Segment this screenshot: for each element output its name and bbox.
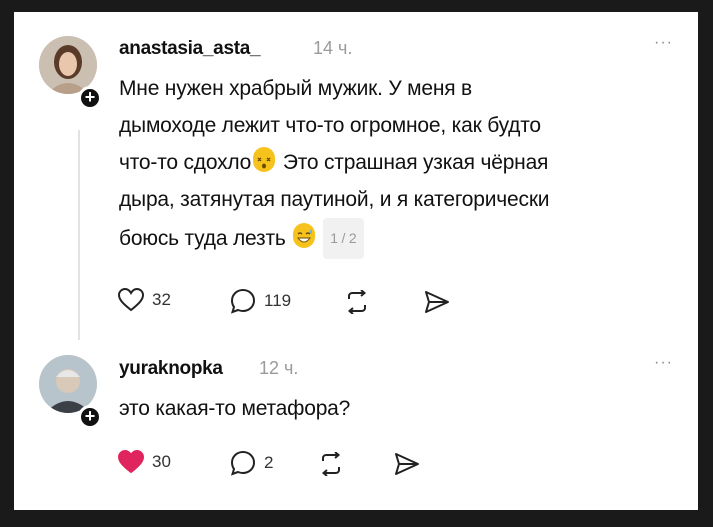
- page-indicator: 1 / 2: [323, 218, 364, 259]
- heart-icon: [118, 288, 144, 312]
- post-body: это какая-то метафора?: [119, 390, 679, 427]
- thread-connector-line: [78, 130, 80, 340]
- follow-plus-button[interactable]: +: [78, 405, 102, 429]
- post-username[interactable]: yuraknopka: [119, 358, 223, 380]
- follow-plus-button[interactable]: +: [78, 86, 102, 110]
- send-icon: [425, 291, 449, 313]
- reply-button[interactable]: 2: [230, 450, 273, 476]
- repost-icon: [347, 290, 367, 314]
- post-line: что-то сдохло Это страшная узкая чёрная: [119, 144, 679, 181]
- share-button[interactable]: [394, 452, 420, 476]
- repost-button[interactable]: [318, 452, 344, 476]
- thread-card: + anastasia_asta_ 14 ч. ··· Мне нужен хр…: [14, 12, 698, 510]
- post-line: дымоходе лежит что-то огромное, как будт…: [119, 114, 541, 137]
- post-username[interactable]: anastasia_asta_: [119, 38, 261, 60]
- post-timestamp: 12 ч.: [259, 358, 299, 378]
- like-count: 32: [152, 290, 171, 309]
- repost-button[interactable]: [344, 290, 370, 314]
- reply-button[interactable]: 119: [230, 288, 291, 314]
- like-button[interactable]: 30: [118, 450, 171, 474]
- send-icon: [395, 453, 419, 475]
- more-options-icon[interactable]: ···: [654, 34, 673, 52]
- post-line: это какая-то метафора?: [119, 397, 351, 420]
- more-options-icon[interactable]: ···: [654, 354, 673, 372]
- like-count: 30: [152, 452, 171, 471]
- post-line: боюсь туда лезть 1 / 2: [119, 218, 679, 259]
- repost-icon: [321, 452, 341, 476]
- dead-face-emoji-icon: [253, 147, 276, 172]
- grinning-sweat-emoji-icon: [293, 223, 316, 248]
- heart-filled-icon: [118, 450, 144, 474]
- post-body: Мне нужен храбрый мужик. У меня в дымохо…: [119, 70, 679, 259]
- comment-icon: [230, 450, 256, 476]
- post-line: дыра, затянутая паутиной, и я категориче…: [119, 188, 550, 211]
- post-line: Мне нужен храбрый мужик. У меня в: [119, 77, 473, 100]
- like-button[interactable]: 32: [118, 288, 171, 312]
- share-button[interactable]: [424, 290, 450, 314]
- reply-count: 2: [264, 453, 274, 472]
- reply-count: 119: [264, 291, 292, 310]
- post-timestamp: 14 ч.: [313, 38, 353, 58]
- comment-icon: [230, 288, 256, 314]
